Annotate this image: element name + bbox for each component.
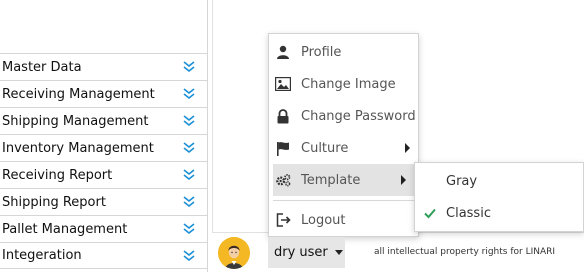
- double-chevron-down-icon: [183, 196, 195, 208]
- menu-divider: [273, 200, 414, 201]
- copyright-text: all intellectual property rights for LIN…: [374, 247, 556, 257]
- caret-down-icon: [334, 250, 343, 255]
- change-password-label: Change Password: [301, 108, 416, 124]
- sidebar-item-label: Receiving Management: [2, 86, 155, 102]
- logout-icon: [275, 212, 291, 228]
- sidebar-item-shipping-management[interactable]: Shipping Management: [0, 107, 208, 134]
- logout-label: Logout: [301, 212, 346, 228]
- logout-menu-item[interactable]: Logout: [269, 204, 418, 236]
- profile-menu-item[interactable]: Profile: [269, 36, 418, 68]
- image-icon: [275, 76, 291, 92]
- sidebar-nav: Master Data Receiving Management Shippin…: [0, 53, 208, 269]
- culture-menu-item[interactable]: Culture: [269, 132, 418, 164]
- sidebar-item-label: Receiving Report: [2, 167, 113, 183]
- sidebar: Master Data Receiving Management Shippin…: [0, 0, 208, 272]
- double-chevron-down-icon: [183, 115, 195, 127]
- double-chevron-down-icon: [183, 223, 195, 235]
- lock-icon: [275, 108, 291, 124]
- submenu-arrow-icon: [405, 143, 410, 153]
- sidebar-item-label: Shipping Report: [2, 194, 106, 210]
- sidebar-item-receiving-management[interactable]: Receiving Management: [0, 80, 208, 107]
- username-label: dry user: [274, 245, 328, 260]
- profile-label: Profile: [301, 44, 342, 60]
- double-chevron-down-icon: [183, 249, 195, 261]
- user-avatar-icon: [218, 237, 250, 269]
- double-chevron-down-icon: [183, 169, 195, 181]
- classic-label: Classic: [446, 205, 491, 221]
- double-chevron-down-icon: [183, 61, 195, 73]
- sidebar-item-label: Inventory Management: [2, 140, 154, 156]
- change-image-menu-item[interactable]: Change Image: [269, 68, 418, 100]
- sidebar-item-master-data[interactable]: Master Data: [0, 53, 208, 80]
- checkmark-icon: [424, 208, 436, 219]
- user-icon: [275, 44, 291, 60]
- submenu-arrow-icon: [401, 175, 406, 185]
- sidebar-item-label: Master Data: [2, 59, 82, 75]
- sidebar-item-inventory-management[interactable]: Inventory Management: [0, 134, 208, 161]
- change-image-label: Change Image: [301, 76, 396, 92]
- double-chevron-down-icon: [183, 142, 195, 154]
- gray-label: Gray: [446, 173, 478, 189]
- user-dropdown-menu: Profile Change Image Change Password Cul…: [268, 33, 419, 237]
- sidebar-item-label: Integeration: [2, 248, 82, 263]
- sidebar-item-receiving-report[interactable]: Receiving Report: [0, 161, 208, 188]
- user-menu-button[interactable]: dry user: [268, 237, 345, 268]
- avatar[interactable]: [218, 237, 250, 269]
- sidebar-item-label: Pallet Management: [2, 221, 128, 237]
- double-chevron-down-icon: [183, 88, 195, 100]
- sidebar-item-pallet-management[interactable]: Pallet Management: [0, 215, 208, 242]
- template-option-classic[interactable]: Classic: [415, 197, 583, 229]
- flag-icon: [275, 140, 291, 156]
- template-label: Template: [301, 172, 361, 188]
- template-menu-item[interactable]: Template: [273, 164, 414, 196]
- change-password-menu-item[interactable]: Change Password: [269, 100, 418, 132]
- sidebar-item-label: Shipping Management: [2, 113, 149, 129]
- sidebar-item-integeration[interactable]: Integeration: [0, 242, 208, 269]
- sidebar-item-shipping-report[interactable]: Shipping Report: [0, 188, 208, 215]
- app-page: Master Data Receiving Management Shippin…: [0, 0, 584, 272]
- template-option-gray[interactable]: Gray: [415, 165, 583, 197]
- culture-label: Culture: [301, 140, 349, 156]
- gears-icon: [275, 172, 291, 188]
- template-submenu: Gray Classic: [414, 162, 584, 232]
